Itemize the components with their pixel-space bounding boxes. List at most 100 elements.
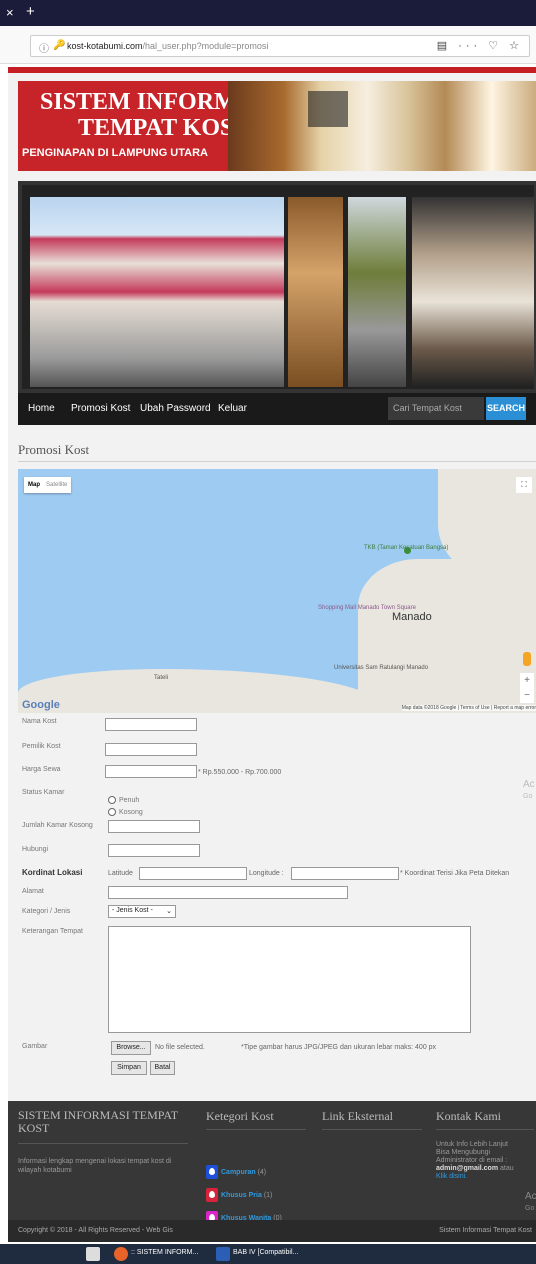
google-logo: Google [22,699,60,711]
taskbar-word-item[interactable]: BAB IV [Compatibil... [233,1249,298,1256]
label-kordinat: Kordinat Lokasi [22,868,83,877]
radio-kosong-circle[interactable] [108,808,116,816]
os-taskbar: :: SISTEM INFORM... BAB IV [Compatibil..… [0,1244,536,1264]
drop-blue-icon [206,1165,218,1179]
label-status-kamar: Status Kamar [22,789,65,796]
contact-line3: Administrator di email : [436,1157,508,1164]
nav-keluar[interactable]: Keluar [218,403,247,414]
zoom-control-icon[interactable]: + − [520,673,534,703]
longitude-input[interactable] [291,867,399,880]
store-icon[interactable] [86,1247,100,1261]
banner-subtitle: PENGINAPAN DI LAMPUNG UTARA [22,147,208,159]
footer-col2-title: Ketegori Kost [206,1109,274,1123]
radio-penuh-circle[interactable] [108,796,116,804]
reader-view-icon[interactable]: ▤ ··· ♡ ☆ [437,39,523,52]
street-view-pegman-icon[interactable] [523,652,531,666]
copyright-text: Copyright © 2018 - All Rights Reserved -… [18,1227,173,1234]
key-icon: 🔑 [53,40,66,51]
footer-col2-rule [206,1129,306,1130]
label-latitude: Latitude [108,870,133,877]
label-pemilik-kost: Pemilik Kost [22,743,61,750]
alamat-input[interactable] [108,886,348,899]
map-type-satellite[interactable]: Satellite [46,482,67,488]
map-city-label: Manado [392,611,432,623]
no-file-text: No file selected. [155,1044,205,1051]
nav-promosi-kost[interactable]: Promosi Kost [71,403,130,414]
map-attribution[interactable]: Map data ©2018 Google | Terms of Use | R… [401,705,536,711]
side-ad-text-1: Ac [523,779,535,790]
footer-cat-campuran[interactable]: Campuran (4) [206,1165,266,1179]
drop-red-icon [206,1188,218,1202]
jumlah-kamar-input[interactable] [108,820,200,833]
word-icon[interactable] [216,1247,230,1261]
map-land-south [18,669,378,713]
footer-col1-text: Informasi lengkap mengenai lokasi tempat… [18,1158,172,1174]
firefox-icon[interactable] [114,1247,128,1261]
nav-home[interactable]: Home [28,403,55,414]
latitude-input[interactable] [139,867,247,880]
footer-col3-rule [322,1129,422,1130]
title-divider [18,461,536,462]
copyright-bar: Copyright © 2018 - All Rights Reserved -… [8,1220,536,1242]
nama-kost-input[interactable] [105,718,197,731]
page-frame: SISTEM INFORMASI TEMPAT KOST PENGINAPAN … [8,73,536,1225]
main-nav: Home Promosi Kost Ubah Password Keluar C… [18,393,536,425]
label-longitude: Longitude : [249,870,284,877]
footer: SISTEM INFORMASI TEMPAT KOST Informasi l… [8,1101,536,1225]
banner-title-block: SISTEM INFORMASI TEMPAT KOST PENGINAPAN … [18,81,277,171]
label-harga-sewa: Harga Sewa [22,766,61,773]
browser-tab-bar: × + [0,0,536,26]
search-button[interactable]: SEARCH [486,397,526,420]
search-input[interactable]: Cari Tempat Kost [388,397,484,420]
label-jumlah-kamar: Jumlah Kamar Kosong [22,822,93,829]
simpan-button[interactable]: Simpan [111,1061,147,1075]
side-ad-text-2: Go [523,793,533,800]
nav-ubah-password[interactable]: Ubah Password [140,403,211,414]
info-icon[interactable]: ⓘ [39,40,49,55]
fullscreen-icon[interactable]: ⛶ [516,477,532,493]
batal-button[interactable]: Batal [150,1061,175,1075]
keterangan-textarea[interactable] [108,926,471,1033]
url-field[interactable]: ⓘ 🔑 kost-kotabumi.com/hal_user.php?modul… [30,35,530,57]
contact-line2: Bisa Mengubungi [436,1149,491,1156]
side-ad-text-3: Ac [525,1191,536,1202]
slide-corridor-photo [348,197,406,387]
harga-hint: * Rp.550.000 - Rp.700.000 [198,769,282,776]
header-banner: SISTEM INFORMASI TEMPAT KOST PENGINAPAN … [18,81,536,171]
contact-link[interactable]: Klik disini. [436,1173,467,1180]
kategori-select[interactable]: - Jenis Kost - ⌄ [108,905,176,918]
pemilik-kost-input[interactable] [105,743,197,756]
browse-button[interactable]: Browse... [111,1041,151,1055]
map-type-toggle[interactable]: Map Satellite [24,477,72,493]
slide-building-photo [30,197,284,387]
banner-room-photo [228,81,536,171]
label-hubungi: Hubungi [22,846,49,853]
page-title: Promosi Kost [18,442,90,457]
copyright-site-name: Sistem Informasi Tempat Kost [439,1227,532,1234]
new-tab-icon[interactable]: + [26,3,35,20]
banner-title-line2: TEMPAT KOST [78,115,250,141]
map-place-unsrat: Universitas Sam Ratulangi Manado [334,665,429,671]
close-tab-icon[interactable]: × [6,5,14,20]
footer-col4-rule [436,1129,534,1130]
label-kategori: Kategori / Jenis [22,908,71,915]
footer-cat-khusus-pria[interactable]: Khusus Pria (1) [206,1188,272,1202]
footer-col3-title: Link Eksternal [322,1109,393,1123]
map-land-city [358,559,536,713]
map-place-tkb: TKB (Taman Kesatuan Bangsa) [364,545,449,551]
taskbar-browser-item[interactable]: :: SISTEM INFORM... [131,1249,198,1256]
kordinat-hint: * Koordinat Terisi Jika Peta Ditekan [400,870,510,877]
location-map[interactable]: Map Satellite ⛶ TKB (Taman Kesatuan Bangs… [18,469,536,713]
radio-penuh[interactable]: Penuh [108,796,139,804]
harga-sewa-input[interactable] [105,765,197,778]
hubungi-input[interactable] [108,844,200,857]
side-ad-text-4: Go [525,1205,535,1212]
map-type-map[interactable]: Map [28,482,40,488]
footer-col1-title: SISTEM INFORMASI TEMPAT KOST [18,1108,178,1135]
contact-line1: Untuk Info Lebih Lanjut [436,1141,508,1148]
label-alamat: Alamat [22,888,44,895]
radio-kosong[interactable]: Kosong [108,808,143,816]
gambar-hint: *Tipe gambar harus JPG/JPEG dan ukuran l… [241,1044,437,1051]
slide-door-photo [288,197,343,387]
label-nama-kost: Nama Kost [22,718,57,725]
